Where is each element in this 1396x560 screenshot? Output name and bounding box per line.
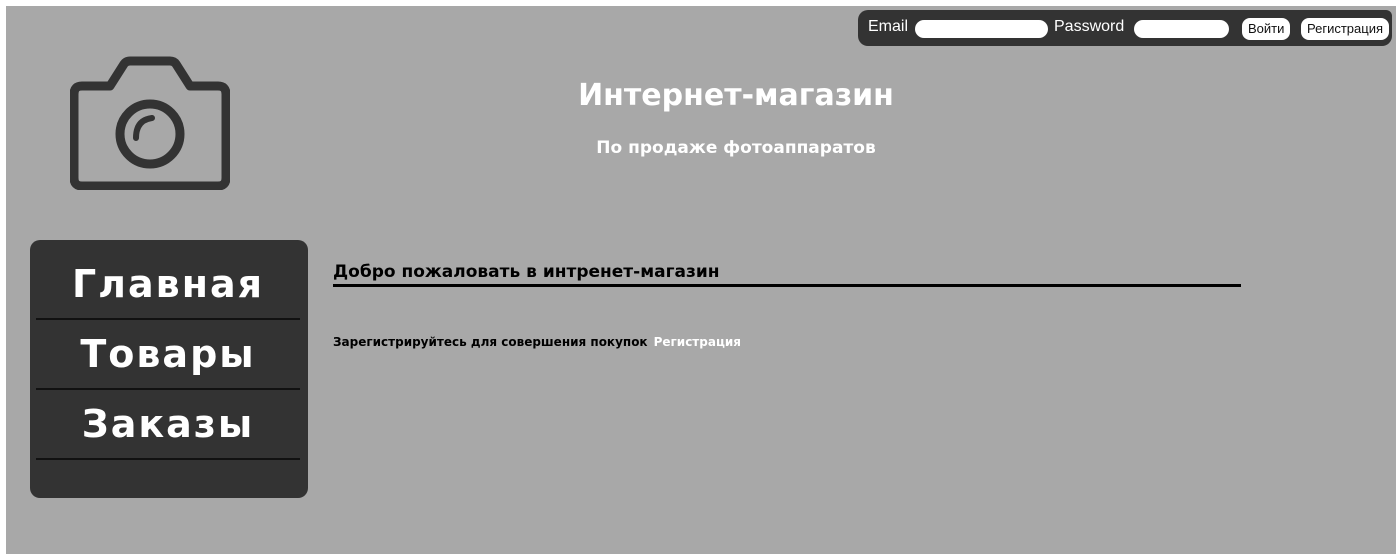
heading-underline bbox=[333, 284, 1241, 287]
register-button[interactable]: Регистрация bbox=[1301, 18, 1389, 40]
login-button[interactable]: Войти bbox=[1242, 18, 1291, 40]
sidebar-item-home[interactable]: Главная bbox=[36, 252, 300, 316]
nav-divider bbox=[36, 388, 300, 390]
site-title: Интернет-магазин bbox=[578, 78, 894, 113]
register-prompt-text: Зарегистрируйтесь для совершения покупок bbox=[333, 335, 648, 349]
camera-icon bbox=[69, 56, 231, 191]
sidebar-item-products[interactable]: Товары bbox=[36, 322, 300, 386]
nav-divider bbox=[36, 458, 300, 460]
password-label: Password bbox=[1054, 18, 1125, 35]
password-field[interactable] bbox=[1134, 20, 1229, 38]
welcome-heading: Добро пожаловать в интренет-магазин bbox=[333, 262, 720, 282]
nav-divider bbox=[36, 318, 300, 320]
site-subtitle: По продаже фотоаппаратов bbox=[596, 138, 876, 158]
register-link[interactable]: Регистрация bbox=[654, 335, 741, 349]
sidebar-item-orders[interactable]: Заказы bbox=[36, 392, 300, 456]
page-background: Email Password Войти Регистрация Интерне… bbox=[6, 6, 1396, 554]
login-bar: Email Password Войти Регистрация bbox=[858, 10, 1392, 46]
sidebar-nav: Главная Товары Заказы bbox=[30, 240, 308, 498]
email-label: Email bbox=[868, 18, 909, 35]
email-field[interactable] bbox=[915, 20, 1048, 38]
register-prompt: Зарегистрируйтесь для совершения покупок… bbox=[333, 335, 741, 349]
